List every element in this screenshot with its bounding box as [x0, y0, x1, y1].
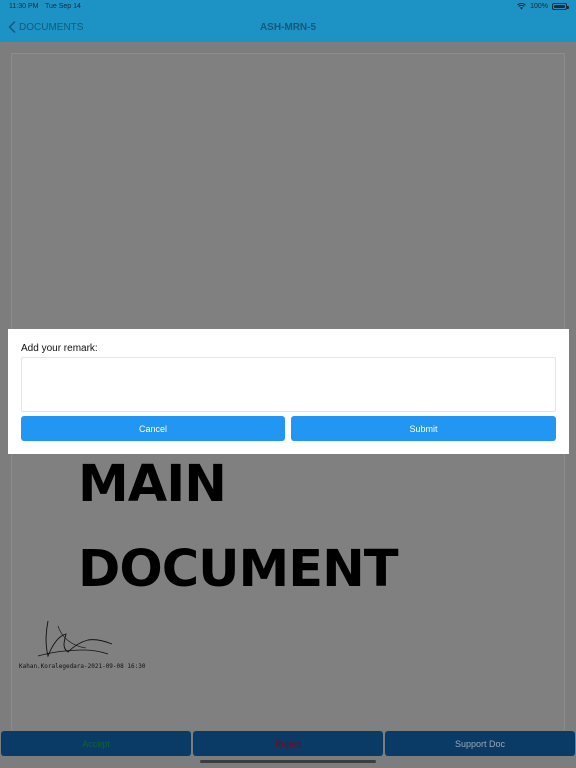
- status-indicators: 100%: [517, 3, 569, 10]
- navigation-bar: DOCUMENTS ASH-MRN-5: [0, 14, 576, 42]
- battery-icon: [552, 3, 569, 10]
- battery-percent: 100%: [530, 3, 548, 10]
- wifi-icon: [517, 3, 526, 10]
- page-title: ASH-MRN-5: [259, 22, 317, 33]
- support-doc-button[interactable]: Support Doc: [385, 731, 575, 756]
- submit-button[interactable]: Submit: [291, 416, 556, 441]
- bottom-toolbar: Accept Reject Support Doc: [0, 730, 576, 768]
- status-time: 11:30 PM: [9, 3, 39, 10]
- remark-input[interactable]: [21, 357, 556, 412]
- status-date: Tue Sep 14: [45, 3, 81, 10]
- document-heading-line2: DOCUMENT: [78, 540, 399, 599]
- home-indicator[interactable]: [200, 760, 376, 763]
- cancel-button[interactable]: Cancel: [21, 416, 285, 441]
- status-bar: 11:30 PM Tue Sep 14 100%: [0, 0, 576, 14]
- document-heading-line1: MAIN: [78, 455, 227, 514]
- reject-button[interactable]: Reject: [193, 731, 383, 756]
- remark-dialog: Add your remark: Cancel Submit: [8, 329, 569, 454]
- accept-button[interactable]: Accept: [1, 731, 191, 756]
- remark-label: Add your remark:: [21, 343, 98, 354]
- signature-image: [37, 620, 113, 658]
- signature-caption: Kahan.Koralegedara-2021-09-08 16:30: [19, 663, 146, 670]
